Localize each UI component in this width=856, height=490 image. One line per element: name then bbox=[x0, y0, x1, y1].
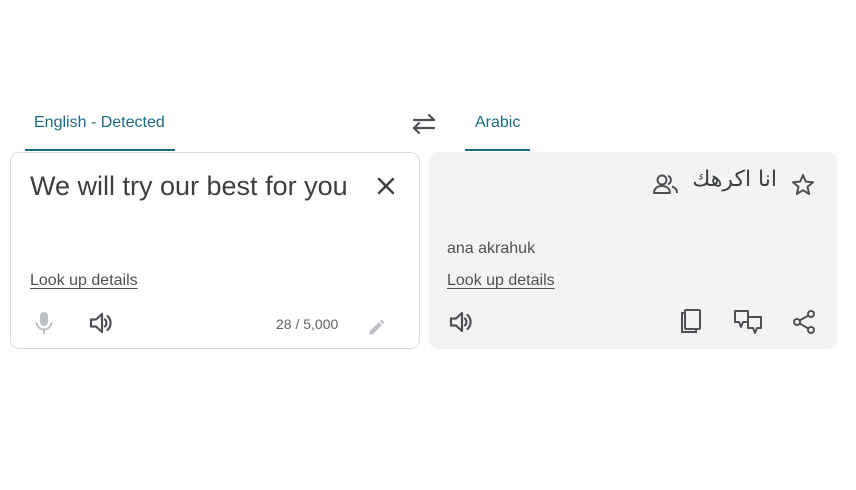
target-language-label: Arabic bbox=[475, 114, 521, 131]
transliteration: ana akrahuk bbox=[447, 240, 536, 257]
save-translation-button[interactable] bbox=[790, 172, 816, 198]
listen-source-button[interactable] bbox=[88, 310, 114, 336]
copy-icon bbox=[681, 309, 701, 333]
handwriting-button[interactable] bbox=[366, 318, 386, 338]
source-look-up-details-link[interactable]: Look up details bbox=[30, 272, 138, 290]
tab-target-language[interactable]: Arabic bbox=[465, 114, 531, 151]
swap-icon bbox=[412, 113, 436, 135]
star-icon bbox=[792, 174, 814, 195]
clear-source-button[interactable] bbox=[375, 175, 397, 197]
source-text-input[interactable]: We will try our best for you bbox=[30, 167, 350, 205]
share-translation-button[interactable] bbox=[792, 309, 816, 335]
share-icon bbox=[793, 310, 815, 334]
speaker-icon bbox=[89, 312, 112, 334]
swap-languages-button[interactable] bbox=[408, 110, 440, 138]
copy-translation-button[interactable] bbox=[679, 308, 703, 334]
active-tab-indicator bbox=[25, 149, 175, 151]
source-panel: We will try our best for you Look up det… bbox=[10, 152, 420, 349]
rate-translation-button[interactable] bbox=[733, 308, 763, 336]
source-language-label: English - Detected bbox=[34, 114, 165, 131]
target-panel: انا اكرهك ana akrahuk Look up details bbox=[429, 152, 837, 349]
active-tab-indicator bbox=[465, 149, 531, 151]
mic-icon bbox=[35, 312, 53, 334]
voice-input-button[interactable] bbox=[33, 310, 55, 336]
gender-info-button[interactable] bbox=[652, 172, 680, 196]
tab-source-language[interactable]: English - Detected bbox=[25, 114, 175, 151]
translated-text: انا اكرهك bbox=[692, 167, 777, 192]
people-icon bbox=[653, 174, 678, 194]
close-icon bbox=[377, 177, 395, 195]
target-look-up-details-link[interactable]: Look up details bbox=[447, 272, 555, 290]
speaker-icon bbox=[449, 311, 472, 333]
listen-target-button[interactable] bbox=[448, 309, 474, 335]
character-counter: 28 / 5,000 bbox=[276, 316, 339, 332]
pencil-icon bbox=[369, 319, 385, 335]
rate-icon bbox=[734, 310, 762, 334]
